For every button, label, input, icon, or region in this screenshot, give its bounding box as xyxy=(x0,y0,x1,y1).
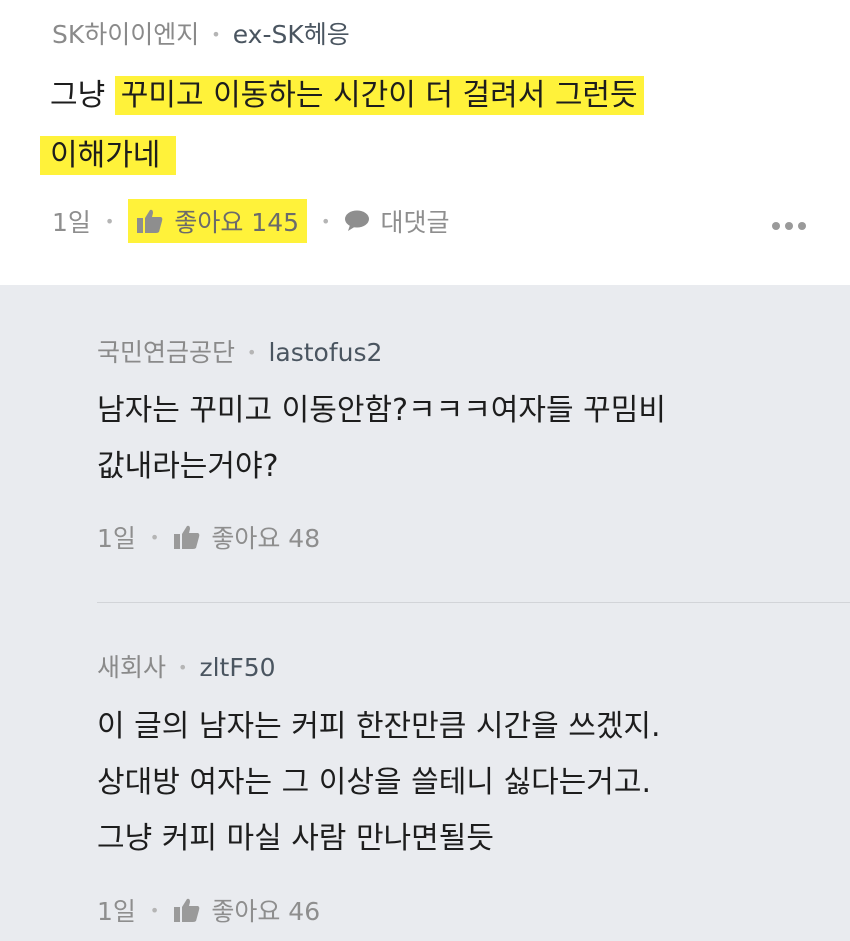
reply-body: 이 글의 남자는 커피 한잔만큼 시간을 쓰겠지. 상대방 여자는 그 이상을 … xyxy=(97,699,661,867)
author-nickname[interactable]: ex-SK헤응 xyxy=(233,20,350,50)
separator-dot: • xyxy=(178,658,188,677)
separator-dot: • xyxy=(247,343,257,362)
speech-bubble-icon xyxy=(345,210,370,231)
thumbs-up-icon xyxy=(174,525,200,549)
reply-label: 대댓글 xyxy=(380,208,450,237)
thumbs-up-icon xyxy=(174,898,200,922)
more-dot xyxy=(798,222,806,230)
highlighted-text: 이해가네 xyxy=(40,136,177,175)
author-nickname[interactable]: lastofus2 xyxy=(268,338,382,368)
main-comment: SK하이이엔지 • ex-SK헤응 그냥 꾸미고 이동하는 시간이 더 걸려서 … xyxy=(0,0,850,285)
comment-meta: 1일 • 좋아요 145 • 대댓글 xyxy=(52,199,449,243)
separator-dot: • xyxy=(104,211,115,231)
reply-divider xyxy=(97,602,850,603)
like-count: 좋아요 48 xyxy=(211,524,321,553)
more-dot xyxy=(772,222,780,230)
more-dots-icon[interactable] xyxy=(772,222,806,230)
like-button[interactable]: 좋아요 46 xyxy=(173,892,320,928)
reply-author[interactable]: 새회사 • zltF50 xyxy=(97,653,276,683)
reply-line: 상대방 여자는 그 이상을 쓸테니 싫다는거고. xyxy=(97,765,652,800)
author-nickname[interactable]: zltF50 xyxy=(199,653,275,683)
more-dot xyxy=(785,222,793,230)
reply-button[interactable]: 대댓글 xyxy=(344,203,449,239)
reply-author[interactable]: 국민연금공단 • lastofus2 xyxy=(97,338,382,368)
comment-body: 그냥 꾸미고 이동하는 시간이 더 걸려서 그런듯 이해가네 xyxy=(40,68,644,184)
separator-dot: • xyxy=(149,527,160,547)
highlighted-text: 꾸미고 이동하는 시간이 더 걸려서 그런듯 xyxy=(114,76,644,115)
reply-line: 그냥 커피 마실 사람 만나면될듯 xyxy=(97,821,494,856)
like-count: 좋아요 46 xyxy=(211,897,321,926)
like-button[interactable]: 좋아요 145 xyxy=(128,199,308,243)
reply-line: 이 글의 남자는 커피 한잔만큼 시간을 쓰겠지. xyxy=(97,709,661,744)
comment-plain-text: 그냥 xyxy=(50,78,115,113)
thumbs-up-icon xyxy=(137,209,163,233)
comment-author[interactable]: SK하이이엔지 • ex-SK헤응 xyxy=(52,20,350,50)
reply-body: 남자는 꾸미고 이동안함?ㅋㅋㅋ여자들 꾸밈비 값내라는거야? xyxy=(97,383,666,495)
separator-dot: • xyxy=(149,900,160,920)
replies-section: 국민연금공단 • lastofus2 남자는 꾸미고 이동안함?ㅋㅋㅋ여자들 꾸… xyxy=(0,285,850,941)
reply-meta: 1일 • 좋아요 46 xyxy=(97,892,320,928)
author-company: 국민연금공단 xyxy=(97,338,236,367)
comment-line-1: 그냥 꾸미고 이동하는 시간이 더 걸려서 그런듯 xyxy=(50,68,644,124)
author-company: 새회사 xyxy=(97,653,167,682)
reply-line: 남자는 꾸미고 이동안함?ㅋㅋㅋ여자들 꾸밈비 xyxy=(97,393,666,428)
reply-meta: 1일 • 좋아요 48 xyxy=(97,519,320,555)
like-count: 좋아요 145 xyxy=(174,208,300,237)
like-button[interactable]: 좋아요 48 xyxy=(173,519,320,555)
separator-dot: • xyxy=(211,25,221,44)
reply-line: 값내라는거야? xyxy=(97,449,279,484)
comment-time: 1일 xyxy=(52,208,91,237)
author-company: SK하이이엔지 xyxy=(52,20,200,49)
separator-dot: • xyxy=(321,211,331,231)
comment-line-2: 이해가네 xyxy=(40,128,644,184)
reply-time: 1일 xyxy=(97,524,136,553)
reply-time: 1일 xyxy=(97,897,136,926)
